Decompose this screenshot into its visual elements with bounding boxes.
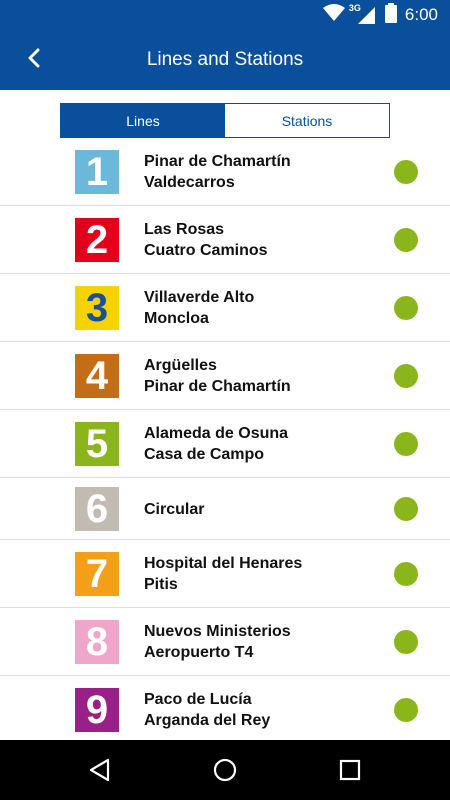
line-row[interactable]: 8 Nuevos Ministerios Aeropuerto T4	[0, 608, 450, 676]
line-row[interactable]: 5 Alameda de Osuna Casa de Campo	[0, 410, 450, 478]
nav-recents-button[interactable]	[334, 754, 366, 786]
line-terminals: Las Rosas Cuatro Caminos	[144, 219, 268, 261]
line-terminal-end: Pitis	[144, 576, 178, 593]
line-terminal-end: Arganda del Rey	[144, 712, 271, 729]
line-terminal-end: Cuatro Caminos	[144, 242, 268, 259]
recents-square-icon	[334, 759, 366, 790]
line-number-badge: 4	[75, 354, 119, 398]
line-number-badge: 2	[75, 218, 119, 262]
line-terminal-end: Valdecarros	[144, 174, 235, 191]
line-terminals: Alameda de Osuna Casa de Campo	[144, 423, 288, 465]
line-number-badge: 1	[75, 150, 119, 194]
line-row[interactable]: 9 Paco de Lucía Arganda del Rey	[0, 676, 450, 740]
line-terminal-end: Aeropuerto T4	[144, 644, 254, 661]
line-row[interactable]: 2 Las Rosas Cuatro Caminos	[0, 206, 450, 274]
home-circle-icon	[209, 758, 241, 790]
line-terminal-start: Paco de Lucía	[144, 691, 252, 708]
line-terminal-start: Argüelles	[144, 357, 217, 374]
line-terminal-end: Pinar de Chamartín	[144, 378, 291, 395]
line-terminals: Villaverde Alto Moncloa	[144, 287, 254, 329]
line-terminal-start: Nuevos Ministerios	[144, 623, 291, 640]
line-number-badge: 8	[75, 620, 119, 664]
line-status-indicator	[394, 497, 418, 521]
line-status-indicator	[394, 698, 418, 722]
line-number-badge: 3	[75, 286, 119, 330]
line-status-indicator	[394, 160, 418, 184]
line-terminal-start: Las Rosas	[144, 221, 225, 238]
line-number-badge: 5	[75, 422, 119, 466]
status-icons: 3G 6:00	[322, 2, 438, 28]
network-type-label: 3G	[348, 3, 361, 13]
lines-list: 1 Pinar de Chamartín Valdecarros 2 Las Rosas…	[0, 138, 450, 740]
cell-signal-icon: 3G	[349, 3, 377, 25]
line-status-indicator	[394, 228, 418, 252]
line-terminals: Pinar de Chamartín Valdecarros	[144, 151, 291, 193]
lines-stations-toggle: Lines Stations	[60, 103, 390, 138]
status-bar: 3G 6:00	[0, 0, 450, 30]
line-row[interactable]: 4 Argüelles Pinar de Chamartín	[0, 342, 450, 410]
line-row[interactable]: 6 Circular	[0, 478, 450, 540]
line-number-badge: 6	[75, 487, 119, 531]
line-status-indicator	[394, 432, 418, 456]
line-terminal-start: Hospital del Henares	[144, 555, 303, 572]
line-terminal-start: Circular	[144, 501, 205, 518]
line-row[interactable]: 7 Hospital del Henares Pitis	[0, 540, 450, 608]
tab-lines[interactable]: Lines	[61, 104, 225, 137]
tab-stations[interactable]: Stations	[225, 104, 389, 137]
line-status-indicator	[394, 562, 418, 586]
line-terminals: Hospital del Henares Pitis	[144, 553, 302, 595]
line-status-indicator	[394, 630, 418, 654]
line-terminal-start: Villaverde Alto	[144, 289, 255, 306]
line-number-badge: 9	[75, 688, 119, 732]
line-status-indicator	[394, 364, 418, 388]
line-status-indicator	[394, 296, 418, 320]
line-terminal-start: Pinar de Chamartín	[144, 153, 291, 170]
line-number-badge: 7	[75, 552, 119, 596]
battery-icon	[384, 2, 397, 28]
back-triangle-icon	[84, 758, 116, 790]
line-terminal-start: Alameda de Osuna	[144, 425, 289, 442]
line-row[interactable]: 1 Pinar de Chamartín Valdecarros	[0, 138, 450, 206]
nav-home-button[interactable]	[209, 754, 241, 786]
system-nav-bar	[0, 740, 450, 800]
line-terminals: Nuevos Ministerios Aeropuerto T4	[144, 621, 291, 663]
line-terminal-end: Moncloa	[144, 310, 209, 327]
line-terminals: Argüelles Pinar de Chamartín	[144, 355, 291, 397]
line-terminals: Paco de Lucía Arganda del Rey	[144, 689, 270, 731]
line-terminals: Circular	[144, 499, 204, 520]
wifi-icon	[322, 3, 345, 27]
line-terminal-end: Casa de Campo	[144, 446, 265, 463]
line-row[interactable]: 3 Villaverde Alto Moncloa	[0, 274, 450, 342]
nav-back-button[interactable]	[84, 754, 116, 786]
clock: 6:00	[404, 5, 438, 24]
page-title: Lines and Stations	[146, 49, 304, 70]
app-bar: Lines and Stations	[0, 30, 450, 90]
